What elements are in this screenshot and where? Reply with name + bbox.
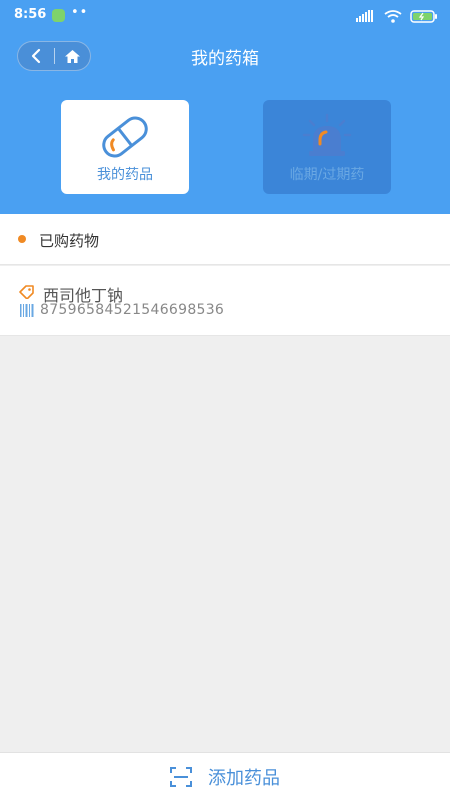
status-dots: •• <box>71 5 89 20</box>
app-notification-icon <box>52 9 65 22</box>
tag-icon <box>19 285 34 299</box>
section-dot <box>18 235 26 243</box>
add-drug-label: 添加药品 <box>208 767 280 789</box>
add-drug-button[interactable]: 添加药品 <box>0 752 450 800</box>
battery-icon <box>410 9 437 23</box>
tab-expiring-drugs[interactable]: 临期/过期药 <box>263 100 391 194</box>
alarm-light-icon <box>302 113 352 156</box>
section-title: 已购药物 <box>39 232 100 250</box>
pill-icon <box>102 116 148 158</box>
scan-icon <box>170 766 192 787</box>
tab-my-drugs[interactable]: 我的药品 <box>61 100 189 194</box>
drug-barcode-number: 8759658452154669853​6 <box>40 302 225 318</box>
barcode-icon <box>20 304 34 317</box>
signal-icon <box>356 10 373 22</box>
header: 我的药箱 我的药品 临期/过期药 <box>0 32 450 214</box>
wifi-icon <box>384 9 402 23</box>
tab-expiring-drugs-label: 临期/过期药 <box>289 167 365 183</box>
tab-my-drugs-label: 我的药品 <box>97 167 153 183</box>
list-item[interactable]: 西司他丁钠 8759658452154669853​6 <box>0 266 450 336</box>
page-title: 我的药箱 <box>191 49 259 69</box>
section-header: 已购药物 <box>0 214 450 265</box>
status-bar: 8:56 •• <box>0 0 450 32</box>
status-time: 8:56 <box>14 7 47 22</box>
